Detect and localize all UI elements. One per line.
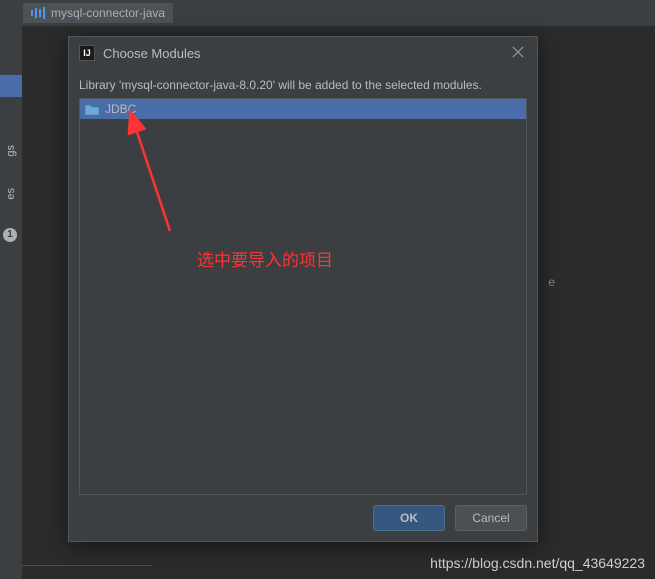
- dialog-header: IJ Choose Modules: [69, 37, 537, 69]
- sidebar-label-2: es: [5, 188, 17, 200]
- cancel-button[interactable]: Cancel: [455, 505, 527, 531]
- sidebar-label-1: gs: [5, 145, 17, 157]
- folder-icon: [85, 103, 99, 115]
- intellij-icon: IJ: [79, 45, 95, 61]
- module-item[interactable]: JDBC: [80, 99, 526, 119]
- editor-tab-label: mysql-connector-java: [51, 6, 165, 20]
- ok-button[interactable]: OK: [373, 505, 445, 531]
- dialog-message: Library 'mysql-connector-java-8.0.20' wi…: [69, 69, 537, 98]
- bottom-divider: [22, 565, 152, 567]
- sidebar-active-tab[interactable]: [0, 75, 22, 97]
- library-icon: [31, 6, 45, 20]
- watermark: https://blog.csdn.net/qq_43649223: [430, 555, 645, 571]
- choose-modules-dialog: IJ Choose Modules Library 'mysql-connect…: [68, 36, 538, 542]
- module-list[interactable]: JDBC: [79, 98, 527, 495]
- close-icon[interactable]: [511, 45, 527, 61]
- sidebar-badge[interactable]: 1: [3, 228, 17, 242]
- bg-side-text: e: [548, 275, 555, 289]
- editor-tab[interactable]: mysql-connector-java: [23, 3, 173, 23]
- dialog-buttons: OK Cancel: [373, 505, 527, 531]
- dialog-title: Choose Modules: [103, 46, 201, 61]
- left-sidebar: gs es 1: [0, 0, 22, 579]
- module-label: JDBC: [105, 102, 136, 116]
